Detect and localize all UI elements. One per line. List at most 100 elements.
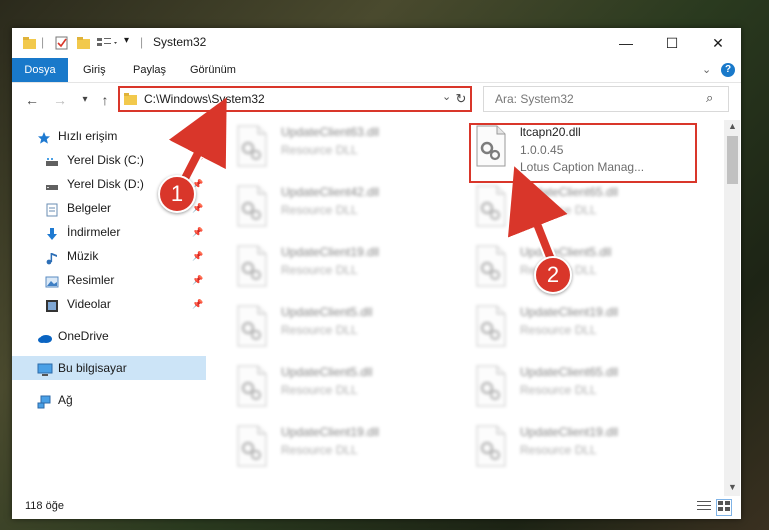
tab-home[interactable]: Giriş — [83, 58, 106, 82]
sidebar-item-label: Yerel Disk (D:) — [67, 177, 144, 191]
close-button[interactable]: ✕ — [695, 28, 741, 58]
file-item[interactable]: UpdateClient19.dll Resource DLL — [473, 302, 693, 362]
dll-file-icon — [234, 364, 270, 408]
sidebar-item-videos[interactable]: Videolar 📌 — [12, 292, 206, 316]
view-options-icon[interactable] — [96, 35, 120, 51]
dll-file-icon — [234, 424, 270, 468]
star-icon — [37, 129, 51, 144]
sidebar-item-music[interactable]: Müzik 📌 — [12, 244, 206, 268]
file-name: UpdateClient5.dll — [281, 365, 373, 379]
cloud-icon — [37, 329, 52, 343]
videos-icon — [45, 297, 59, 312]
sidebar-item-pictures[interactable]: Resimler 📌 — [12, 268, 206, 292]
status-bar: 118 öğe — [12, 496, 741, 519]
sidebar-item-network[interactable]: Ağ — [12, 388, 206, 412]
tiles-view-icon[interactable] — [716, 499, 732, 516]
sidebar-item-drive-c[interactable]: Yerel Disk (C:) 📌 — [12, 148, 206, 172]
file-item[interactable]: UpdateClient65.dll Resource DLL — [473, 362, 693, 422]
drive-icon — [45, 177, 59, 191]
sidebar-item-quick-access[interactable]: Hızlı erişim — [12, 124, 206, 148]
window-title: System32 — [153, 35, 207, 49]
file-name: UpdateClient19.dll — [520, 305, 619, 319]
vertical-scrollbar[interactable]: ▲ ▼ — [724, 120, 740, 496]
maximize-button[interactable]: ☐ — [649, 28, 695, 58]
properties-icon[interactable] — [54, 35, 70, 51]
up-arrow-icon[interactable]: ↑ — [95, 90, 115, 110]
file-type: Resource DLL — [281, 443, 358, 457]
forward-arrow-icon[interactable]: → — [50, 90, 70, 110]
computer-icon — [37, 361, 53, 376]
back-arrow-icon[interactable]: ← — [22, 90, 42, 110]
minimize-button[interactable]: — — [603, 28, 649, 58]
file-type: Resource DLL — [520, 323, 597, 337]
file-name: UpdateClient65.dll — [520, 185, 619, 199]
sidebar-item-label: Belgeler — [67, 201, 112, 215]
file-name: UpdateClient19.dll — [281, 245, 380, 259]
file-item[interactable]: UpdateClient5.dll Resource DLL — [234, 362, 454, 422]
folder-icon — [124, 92, 138, 109]
address-dropdown-icon[interactable]: ⌄ — [442, 90, 451, 103]
new-folder-icon[interactable] — [76, 35, 92, 51]
scroll-down-icon[interactable]: ▼ — [728, 482, 737, 492]
highlight-box — [469, 123, 697, 183]
sidebar-item-label: Hızlı erişim — [58, 129, 118, 143]
sidebar-item-label: Resimler — [67, 273, 115, 287]
sidebar-item-label: Videolar — [67, 297, 111, 311]
file-item[interactable]: UpdateClient5.dllResource DLL — [473, 242, 693, 302]
expand-ribbon-icon[interactable]: ⌄ — [702, 58, 711, 82]
details-view-icon[interactable] — [696, 499, 712, 516]
file-type: Resource DLL — [520, 443, 597, 457]
recent-locations-icon[interactable]: ▾ — [75, 90, 95, 110]
pin-icon[interactable]: 📌 — [192, 148, 203, 172]
dll-file-icon — [234, 124, 270, 168]
dll-file-icon — [473, 184, 509, 228]
sidebar-item-label: Bu bilgisayar — [58, 361, 127, 375]
file-name: UpdateClient19.dll — [281, 425, 380, 439]
file-name: UpdateClient5.dll — [520, 245, 612, 259]
search-icon: ⌕ — [706, 90, 714, 105]
search-input[interactable]: Ara: System32 ⌕ — [483, 86, 729, 112]
file-item[interactable]: UpdateClient42.dll Resource DLL — [234, 182, 454, 242]
sidebar-item-label: Yerel Disk (C:) — [67, 153, 144, 167]
folder-icon — [22, 35, 38, 51]
tab-view[interactable]: Görünüm — [190, 58, 236, 82]
pin-icon[interactable]: 📌 — [192, 292, 203, 316]
network-icon — [37, 393, 51, 409]
pin-icon[interactable]: 📌 — [192, 268, 203, 292]
title-bar: | ▾ | System32 — ☐ ✕ — [12, 28, 741, 58]
file-item[interactable]: UpdateClient19.dll Resource DLL — [473, 422, 693, 482]
file-item[interactable]: UpdateClient5.dllResource DLL — [234, 302, 454, 362]
pin-icon[interactable]: 📌 — [192, 220, 203, 244]
step-badge-1: 1 — [158, 175, 196, 213]
dll-file-icon — [473, 304, 509, 348]
file-item[interactable]: UpdateClient19.dll Resource DLL — [234, 242, 454, 302]
documents-icon — [45, 201, 59, 217]
drive-icon — [45, 153, 59, 167]
file-type: Resource DLL — [281, 383, 358, 397]
file-item[interactable]: UpdateClient63.dll Resource DLL — [234, 122, 454, 182]
sidebar-item-label: Ağ — [58, 393, 73, 407]
file-name: UpdateClient65.dll — [520, 365, 619, 379]
sidebar-item-onedrive[interactable]: OneDrive — [12, 324, 206, 348]
file-type: Resource DLL — [281, 203, 358, 217]
address-bar[interactable]: C:\Windows\System32 ⌄ — [118, 86, 472, 112]
search-placeholder: Ara: System32 — [495, 92, 574, 106]
tab-share[interactable]: Paylaş — [133, 58, 166, 82]
sidebar-item-label: Müzik — [67, 249, 99, 263]
scrollbar-thumb[interactable] — [727, 136, 738, 184]
step-badge-2: 2 — [534, 256, 572, 294]
help-icon[interactable]: ? — [721, 63, 735, 77]
tab-file[interactable]: Dosya — [12, 58, 68, 82]
dll-file-icon — [473, 244, 509, 288]
sidebar-item-downloads[interactable]: İndirmeler 📌 — [12, 220, 206, 244]
file-type: Resource DLL — [520, 203, 597, 217]
sidebar-item-label: OneDrive — [58, 329, 109, 343]
file-item[interactable]: UpdateClient19.dll Resource DLL — [234, 422, 454, 482]
refresh-icon[interactable]: ↻ — [452, 91, 470, 109]
pin-icon[interactable]: 📌 — [192, 244, 203, 268]
file-item[interactable]: UpdateClient65.dll Resource DLL — [473, 182, 693, 242]
customize-toolbar-icon[interactable]: ▾ — [124, 35, 129, 51]
scroll-up-icon[interactable]: ▲ — [728, 121, 737, 131]
file-type: Resource DLL — [520, 383, 597, 397]
sidebar-item-this-pc[interactable]: Bu bilgisayar — [12, 356, 206, 380]
